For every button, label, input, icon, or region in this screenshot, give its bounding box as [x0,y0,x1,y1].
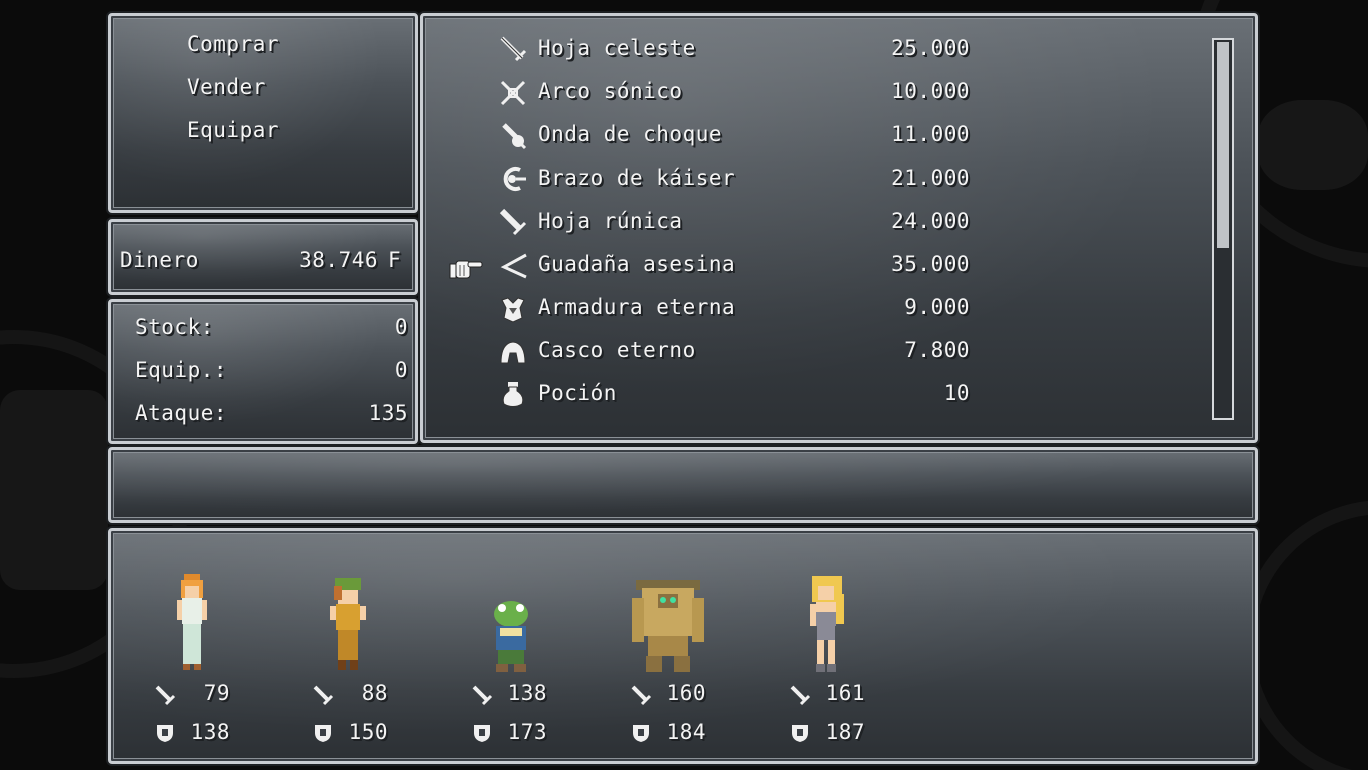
hand-cursor-icon [449,260,483,279]
attack-label: Ataque: [135,401,228,425]
item-name[interactable]: Armadura eterna [538,295,735,319]
item-price: 9.000 [904,295,970,319]
party-defense-value: 187 [825,720,865,744]
scrollbar-thumb[interactable] [1217,42,1229,248]
item-name[interactable]: Arco sónico [538,79,683,103]
arm-cannon-icon [503,167,526,191]
defense-shield-icon [157,725,173,742]
attack-sword-icon [313,685,334,706]
attack-sword-icon [631,685,652,706]
item-price: 25.000 [891,36,970,60]
item-name[interactable]: Brazo de káiser [538,166,735,190]
helmet-icon [500,341,526,364]
party-attack-value: 161 [825,681,865,705]
money-unit: F [388,248,402,272]
party-defense-value: 184 [666,720,706,744]
defense-shield-icon [792,725,808,742]
party-member-sprite[interactable] [632,578,704,674]
item-name[interactable]: Casco eterno [538,338,696,362]
party-attack-value: 138 [507,681,547,705]
item-price: 24.000 [891,209,970,233]
money-label: Dinero [120,248,199,272]
party-attack-value: 79 [203,681,230,705]
party-attack-value: 88 [361,681,388,705]
description-panel [108,447,1258,523]
item-name[interactable]: Poción [538,381,617,405]
potion-icon [502,382,524,407]
money-value: 38.746 [299,248,378,272]
item-name[interactable]: Onda de choque [538,122,722,146]
party-attack-value: 160 [666,681,706,705]
item-name[interactable]: Hoja celeste [538,36,696,60]
scythe-icon [500,253,527,279]
menu-item-buy[interactable]: Comprar [187,32,279,56]
item-price: 10.000 [891,79,970,103]
menu-item-sell[interactable]: Vender [187,75,266,99]
party-defense-value: 173 [507,720,547,744]
defense-shield-icon [633,725,649,742]
stock-value: 0 [394,315,408,339]
item-price: 35.000 [891,252,970,276]
attack-sword-icon [790,685,811,706]
party-defense-value: 138 [190,720,230,744]
item-name[interactable]: Guadaña asesina [538,252,735,276]
stock-label: Stock: [135,315,214,339]
party-member-sprite[interactable] [804,574,850,674]
armor-icon [501,297,525,323]
sword-icon [500,36,527,62]
party-member-sprite[interactable] [326,576,372,672]
party-defense-value: 150 [348,720,388,744]
equipped-value: 0 [394,358,408,382]
item-price: 11.000 [891,122,970,146]
item-price: 10 [943,381,970,405]
menu-item-equip[interactable]: Equipar [187,118,279,142]
attack-value: 135 [368,401,408,425]
equipped-label: Equip.: [135,358,228,382]
attack-sword-icon [472,685,493,706]
attack-sword-icon [155,685,176,706]
defense-shield-icon [315,725,331,742]
party-member-sprite[interactable] [170,572,214,674]
gun-icon [502,123,527,150]
sword-icon [499,208,527,236]
item-name[interactable]: Hoja rúnica [538,209,683,233]
item-price: 7.800 [904,338,970,362]
item-price: 21.000 [891,166,970,190]
party-member-sprite[interactable] [488,598,534,674]
defense-shield-icon [474,725,490,742]
crossbow-icon [500,80,526,106]
